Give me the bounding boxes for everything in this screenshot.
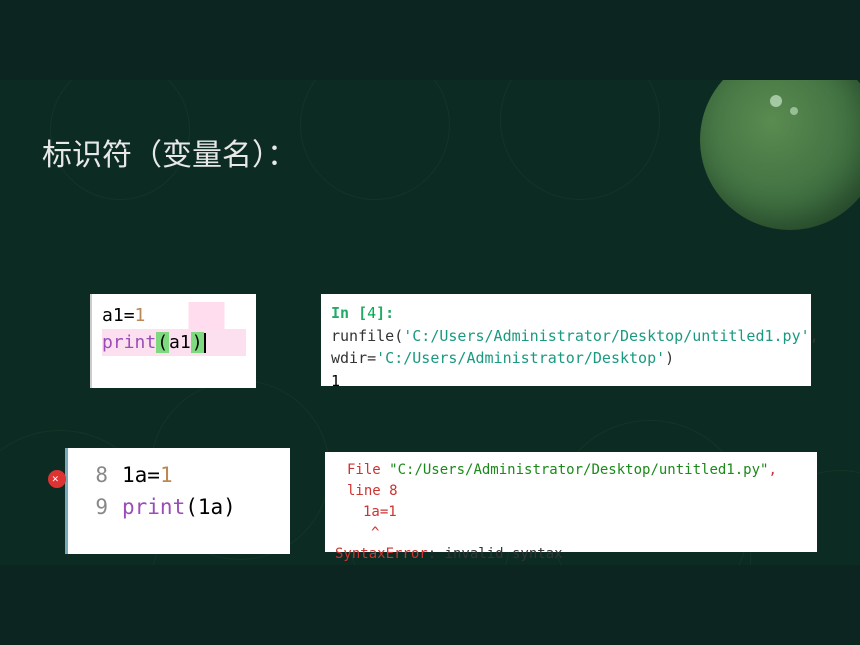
error-icon xyxy=(48,470,66,488)
code-example-invalid: 81a=1 9print(1a) xyxy=(65,448,290,554)
code-example-valid: a1=1 print(a1) xyxy=(90,294,256,388)
slide-title: 标识符（变量名）： xyxy=(0,80,860,174)
console-output-error: File "C:/Users/Administrator/Desktop/unt… xyxy=(325,452,817,552)
console-output-success: In [4]: runfile('C:/Users/Administrator/… xyxy=(321,294,811,386)
slide-content: 标识符（变量名）： a1=1 print(a1) In [4]: runfile… xyxy=(0,80,860,565)
